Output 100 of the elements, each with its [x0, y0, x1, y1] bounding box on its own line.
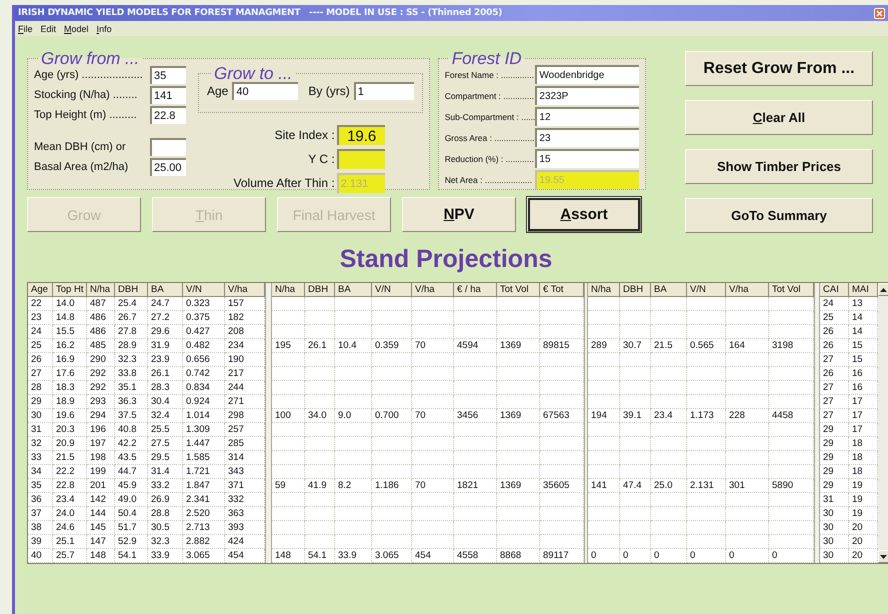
table-cell	[687, 437, 726, 451]
column-header[interactable]: V/ha	[225, 283, 265, 297]
table-cell: 244	[225, 381, 265, 395]
table-cell: 0.375	[183, 311, 225, 325]
column-header[interactable]: Age	[28, 283, 53, 297]
table-cell	[272, 353, 305, 367]
column-header[interactable]: DBH	[305, 283, 335, 297]
table-cell	[726, 297, 769, 311]
table-cell	[454, 451, 497, 465]
column-header[interactable]: € / ha	[454, 283, 497, 297]
scroll-bar[interactable]	[878, 283, 888, 563]
scroll-up-button[interactable]	[878, 283, 888, 296]
text-field[interactable]: 22.8	[150, 106, 186, 124]
table-cell	[726, 423, 769, 437]
table-cell	[412, 353, 454, 367]
table-cell: 41.9	[305, 479, 335, 493]
text-field[interactable]: 23	[535, 128, 640, 147]
table-cell	[726, 535, 769, 549]
field-label: Sub-Compartment : ......	[444, 112, 536, 122]
group-title: Forest ID	[450, 50, 523, 67]
action-button[interactable]: NPV	[402, 197, 516, 232]
column-header[interactable]: V/N	[372, 283, 412, 297]
text-field[interactable]: 141	[150, 86, 186, 104]
side-button[interactable]: Reset Grow From ...	[685, 51, 873, 86]
table-cell: 285	[225, 437, 265, 451]
column-header[interactable]: V/N	[183, 283, 225, 297]
table-cell	[497, 535, 540, 549]
table-cell: 33.2	[148, 479, 183, 493]
table-cell	[769, 311, 814, 325]
group-title: Grow to ...	[213, 65, 294, 82]
menu-item[interactable]: File	[18, 24, 33, 34]
text-field[interactable]: Woodenbridge	[535, 65, 640, 84]
table-cell	[372, 297, 412, 311]
table-cell	[497, 325, 540, 339]
text-field[interactable]: 25.00	[150, 158, 186, 176]
text-field[interactable]: 12	[535, 107, 640, 126]
table-cell	[588, 325, 620, 339]
column-header[interactable]: € Tot	[540, 283, 584, 297]
column-header[interactable]: N/ha	[87, 283, 115, 297]
table-cell	[305, 297, 335, 311]
table-cell: 26	[820, 367, 849, 381]
column-header[interactable]: BA	[335, 283, 372, 297]
table-cell	[412, 395, 454, 409]
text-field[interactable]: 1	[354, 82, 414, 100]
table-cell: 18.3	[53, 381, 87, 395]
column-header[interactable]: CAI	[820, 283, 849, 297]
table-cell: 24.0	[53, 507, 87, 521]
table-cell	[726, 465, 769, 479]
table-cell: 39.1	[620, 409, 651, 423]
menu-item[interactable]: Model	[64, 24, 89, 34]
output-field[interactable]: 19.6	[336, 125, 385, 145]
column-header[interactable]: BA	[651, 283, 687, 297]
table-cell	[726, 507, 769, 521]
table-cell	[454, 437, 497, 451]
column-header[interactable]: DBH	[115, 283, 148, 297]
menu-item[interactable]: Edit	[40, 24, 56, 34]
menu-item[interactable]: Info	[96, 24, 112, 34]
output-field[interactable]	[336, 149, 385, 169]
table-cell: 454	[225, 549, 265, 563]
table-cell	[588, 451, 620, 465]
column-header[interactable]: V/N	[687, 283, 726, 297]
table-cell: 195	[272, 339, 305, 353]
text-field[interactable]: 15	[535, 149, 640, 168]
table-cell: 208	[225, 325, 265, 339]
scroll-down-button[interactable]	[878, 550, 888, 563]
table-cell: 197	[87, 437, 115, 451]
section-heading: Stand Projections	[338, 244, 554, 274]
side-button[interactable]: Show Timber Prices	[685, 149, 873, 184]
table-cell	[651, 451, 687, 465]
table-cell: 44.7	[115, 465, 148, 479]
table-cell	[687, 353, 726, 367]
column-header[interactable]: DBH	[620, 283, 651, 297]
column-header[interactable]: MAI	[849, 283, 878, 297]
table-cell: 19.6	[53, 409, 87, 423]
column-header[interactable]: N/ha	[588, 283, 620, 297]
text-field[interactable]: 2323P	[535, 86, 640, 105]
column-header[interactable]: Tot Vol	[497, 283, 540, 297]
close-button[interactable]	[874, 8, 885, 18]
column-header[interactable]: V/ha	[726, 283, 769, 297]
side-button[interactable]: GoTo Summary	[685, 198, 873, 233]
table-cell: 271	[225, 395, 265, 409]
column-header[interactable]: BA	[148, 283, 183, 297]
text-field[interactable]	[150, 138, 186, 156]
table-cell	[620, 437, 651, 451]
table-cell	[497, 297, 540, 311]
table-cell	[540, 465, 584, 479]
field-label: Net Area : ....................	[444, 174, 532, 184]
table-cell: 343	[225, 465, 265, 479]
side-button[interactable]: Clear All	[685, 100, 873, 135]
text-field[interactable]: 40	[232, 82, 298, 100]
table-cell: 144	[87, 507, 115, 521]
table-cell	[335, 381, 372, 395]
action-button[interactable]: Assort	[527, 197, 641, 232]
column-header[interactable]: V/ha	[412, 283, 454, 297]
column-header[interactable]: N/ha	[272, 283, 305, 297]
table-cell	[687, 507, 726, 521]
column-header[interactable]: Top Ht	[53, 283, 87, 297]
column-header[interactable]: Tot Vol	[769, 283, 814, 297]
table-cell	[497, 395, 540, 409]
text-field[interactable]: 35	[150, 66, 186, 84]
